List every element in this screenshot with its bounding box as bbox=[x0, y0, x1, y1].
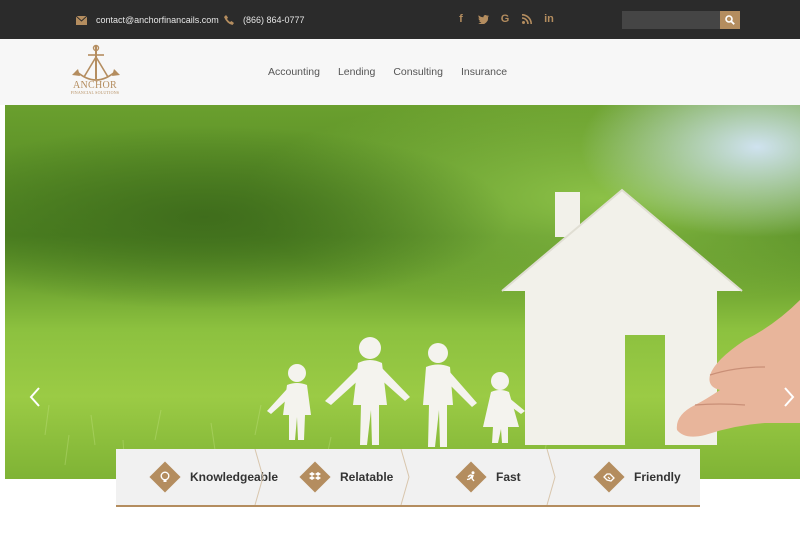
search-icon bbox=[725, 15, 735, 25]
feature-icon-badge bbox=[593, 461, 625, 493]
nav-accounting[interactable]: Accounting bbox=[268, 66, 320, 78]
search-input[interactable] bbox=[622, 11, 720, 29]
features-strip: Knowledgeable Relatable Fast Friendly bbox=[116, 449, 700, 507]
running-icon bbox=[466, 471, 475, 482]
page-body bbox=[0, 507, 800, 533]
phone-icon bbox=[224, 15, 234, 25]
top-bar: contact@anchorfinancails.com (866) 864-0… bbox=[0, 0, 800, 39]
family-house-illustration bbox=[44, 188, 800, 471]
nav-lending[interactable]: Lending bbox=[338, 66, 375, 78]
feature-label: Relatable bbox=[340, 470, 394, 484]
feature-label: Fast bbox=[496, 470, 521, 484]
feature-friendly[interactable]: Friendly bbox=[554, 449, 700, 505]
google-icon[interactable]: G bbox=[499, 12, 511, 26]
feature-knowledgeable[interactable]: Knowledgeable bbox=[116, 449, 278, 505]
envelope-icon bbox=[76, 15, 87, 25]
social-links: f G in bbox=[455, 12, 555, 26]
rss-icon[interactable] bbox=[521, 12, 533, 26]
linkedin-icon[interactable]: in bbox=[543, 12, 555, 26]
phone-contact[interactable]: (866) 864-0777 bbox=[224, 12, 305, 28]
feature-fast[interactable]: Fast bbox=[408, 449, 556, 505]
logo-tagline: FINANCIAL SOLUTIONS bbox=[70, 90, 120, 95]
feature-relatable[interactable]: Relatable bbox=[262, 449, 410, 505]
chevron-left-icon bbox=[29, 387, 40, 407]
nav-consulting[interactable]: Consulting bbox=[393, 66, 443, 78]
facebook-icon[interactable]: f bbox=[455, 12, 467, 26]
main-nav: Accounting Lending Consulting Insurance bbox=[268, 66, 507, 78]
feature-icon-badge bbox=[149, 461, 181, 493]
slider-next-button[interactable] bbox=[781, 385, 797, 409]
email-text: contact@anchorfinancails.com bbox=[96, 15, 219, 25]
handshake-icon bbox=[603, 473, 615, 482]
feature-label: Friendly bbox=[634, 470, 681, 484]
phone-text: (866) 864-0777 bbox=[243, 15, 305, 25]
lightbulb-icon bbox=[160, 471, 170, 482]
email-contact[interactable]: contact@anchorfinancails.com bbox=[76, 12, 219, 28]
chevron-right-icon bbox=[784, 387, 795, 407]
twitter-icon[interactable] bbox=[477, 12, 489, 26]
feature-icon-badge bbox=[299, 461, 331, 493]
search-button[interactable] bbox=[720, 11, 740, 29]
nav-insurance[interactable]: Insurance bbox=[461, 66, 507, 78]
dropbox-icon bbox=[309, 472, 321, 480]
feature-icon-badge bbox=[455, 461, 487, 493]
slider-prev-button[interactable] bbox=[27, 385, 43, 409]
hero-slider bbox=[5, 105, 800, 479]
